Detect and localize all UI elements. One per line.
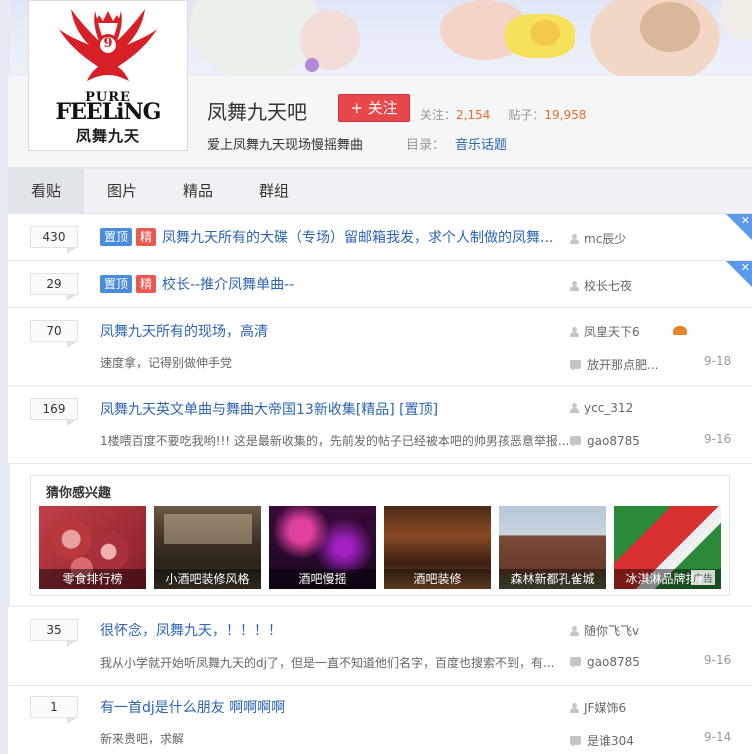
follow-button[interactable]: + 关注 <box>338 94 410 122</box>
close-icon[interactable]: ✕ <box>741 261 750 274</box>
recommend-panel: 猜你感兴趣 零食排行榜 小酒吧装修风格 酒吧慢摇 酒吧装修 森林新都孔雀城 冰淇… <box>30 475 730 596</box>
thread-author[interactable]: 凤皇天下6 <box>570 323 640 340</box>
thread-row[interactable]: 1 有一首dj是什么朋友 啊啊啊啊 新来贵吧，求解 JF媒饰6 是谁304 9-… <box>8 686 752 754</box>
last-reply-user[interactable]: gao8785 <box>570 434 640 448</box>
featured-badge: 精 <box>136 275 157 293</box>
recommend-item-label: 小酒吧装修风格 <box>154 569 261 589</box>
reply-count: 35 <box>30 619 78 647</box>
last-reply-user[interactable]: 放开那点肥... <box>570 356 658 373</box>
thread-author[interactable]: 校长七夜 <box>570 277 632 294</box>
thread-row[interactable]: 35 很怀念，凤舞九天，！！！！ 我从小学就开始听凤舞九天的dj了，但是一直不知… <box>8 606 752 686</box>
thread-title[interactable]: 凤舞九天所有的大碟（专场）留邮箱我发，求个人制做的凤舞... <box>162 227 553 247</box>
thread-date: 9-16 <box>704 653 732 667</box>
thread-abstract: 我从小学就开始听凤舞九天的dj了，但是一直不知道他们名字，百度也搜索不到，有..… <box>100 656 555 670</box>
pinned-badge: 置顶 <box>100 275 133 293</box>
user-icon <box>570 234 579 244</box>
thread-abstract: 新来贵吧，求解 <box>100 732 185 746</box>
comment-icon <box>570 657 581 668</box>
recommend-title: 猜你感兴趣 <box>46 486 112 501</box>
ad-label: 广告 <box>691 570 715 585</box>
forum-catalog: 目录： 音乐话题 <box>406 134 507 153</box>
thread-row[interactable]: 70 凤舞九天所有的现场，高清 速度拿，记得别做伸手党 凤皇天下6 放开那点肥.… <box>8 308 752 386</box>
forum-logo[interactable]: 9 PURE FEELiNG 凤舞九天 <box>28 0 188 151</box>
recommend-item-label: 森林新都孔雀城 <box>499 569 606 589</box>
comment-icon <box>570 736 581 747</box>
thread-row[interactable]: 29 置顶 精 校长--推介凤舞单曲-- 校长七夜 ✕ <box>8 261 752 308</box>
recommend-item[interactable]: 酒吧装修 <box>384 506 491 589</box>
recommend-item[interactable]: 酒吧慢摇 <box>269 506 376 589</box>
thread-date: 9-14 <box>704 730 732 744</box>
forum-stats: 关注：2,154 贴子：19,958 <box>420 106 586 123</box>
user-icon <box>570 327 579 337</box>
last-reply-user[interactable]: gao8785 <box>570 655 640 669</box>
thread-title[interactable]: 校长--推介凤舞单曲-- <box>162 274 294 294</box>
tab-groups[interactable]: 群组 <box>242 169 306 214</box>
featured-badge: 精 <box>136 228 157 246</box>
logo-text-cn: 凤舞九天 <box>75 127 140 145</box>
recommend-item[interactable]: 冰淇淋品牌排行 广告 <box>614 506 721 589</box>
recommend-item[interactable]: 零食排行榜 <box>39 506 146 589</box>
comment-icon <box>570 360 581 371</box>
recommend-item[interactable]: 小酒吧装修风格 <box>154 506 261 589</box>
tab-images[interactable]: 图片 <box>90 169 154 214</box>
post-count: 19,958 <box>544 108 587 122</box>
thread-abstract: 速度拿，记得别做伸手党 <box>100 356 233 370</box>
user-icon <box>570 626 579 636</box>
follow-count: 2,154 <box>456 108 491 122</box>
reply-count: 70 <box>30 320 78 348</box>
post-count-label: 贴子： <box>508 108 545 122</box>
recommend-item[interactable]: 森林新都孔雀城 <box>499 506 606 589</box>
catalog-label: 目录： <box>406 138 446 153</box>
reply-count: 430 <box>30 226 78 254</box>
recommend-item-label: 酒吧慢摇 <box>269 569 376 589</box>
recommend-item-label: 零食排行榜 <box>39 569 146 589</box>
user-icon <box>570 281 579 291</box>
reply-count: 29 <box>30 273 78 301</box>
thread-author[interactable]: JF媒饰6 <box>570 699 626 716</box>
reply-count: 169 <box>30 398 78 426</box>
thread-row[interactable]: 430 置顶 精 凤舞九天所有的大碟（专场）留邮箱我发，求个人制做的凤舞... … <box>8 214 752 261</box>
thread-title[interactable]: 凤舞九天英文单曲与舞曲大帝国13新收集[精品] [置顶] <box>100 399 438 419</box>
follow-count-label: 关注： <box>420 108 457 122</box>
pinned-badge: 置顶 <box>100 228 133 246</box>
recommend-item-label: 酒吧装修 <box>384 569 491 589</box>
thread-date: 9-18 <box>704 354 732 368</box>
tab-featured[interactable]: 精品 <box>166 169 230 214</box>
thread-title[interactable]: 很怀念，凤舞九天，！！！！ <box>100 620 282 640</box>
last-reply-user[interactable]: 是谁304 <box>570 732 634 749</box>
tab-posts[interactable]: 看贴 <box>8 169 84 214</box>
logo-text-feeling: FEELiNG <box>55 99 162 125</box>
thread-date: 9-16 <box>704 432 732 446</box>
medal-icon <box>673 326 687 335</box>
reply-count: 1 <box>30 696 78 724</box>
logo-crest-number: 9 <box>103 36 113 51</box>
thread-abstract: 1楼喂百度不要吃我哟!!! 这是最新收集的，先前发的帖子已经被本吧的帅男孩恶意举… <box>100 434 570 448</box>
forum-tabs: 看贴 图片 精品 群组 <box>8 168 752 214</box>
thread-author[interactable]: 随你飞飞v <box>570 622 639 639</box>
user-icon <box>570 703 579 713</box>
thread-title[interactable]: 凤舞九天所有的现场，高清 <box>100 321 268 341</box>
thread-author[interactable]: ycc_312 <box>570 401 633 415</box>
comment-icon <box>570 436 581 447</box>
forum-slogan: 爱上凤舞九天现场慢摇舞曲 <box>207 138 364 153</box>
forum-title[interactable]: 凤舞九天吧 <box>207 96 307 125</box>
thread-row[interactable]: 169 凤舞九天英文单曲与舞曲大帝国13新收集[精品] [置顶] 1楼喂百度不要… <box>8 386 752 464</box>
user-icon <box>570 403 579 413</box>
thread-title[interactable]: 有一首dj是什么朋友 啊啊啊啊 <box>100 697 285 717</box>
close-icon[interactable]: ✕ <box>741 214 750 227</box>
thread-author[interactable]: mc辰少 <box>570 230 626 247</box>
catalog-link[interactable]: 音乐话题 <box>455 138 507 153</box>
